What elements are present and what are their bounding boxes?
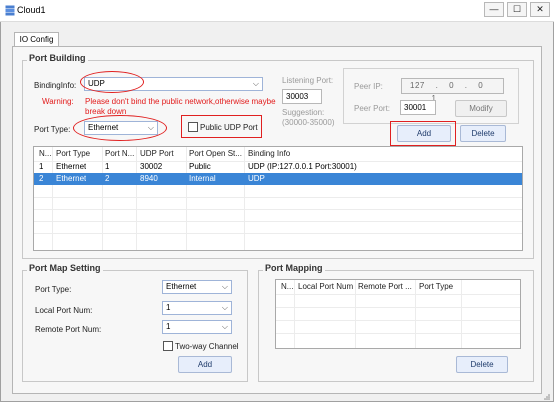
maximize-button[interactable]: ☐ (507, 2, 527, 17)
cell-port-num: 2 (105, 174, 110, 183)
peer-port-label: Peer Port: (354, 104, 391, 113)
peer-ip-label: Peer IP: (354, 82, 383, 91)
title-bar[interactable] (0, 0, 554, 22)
public-udp-label: Public UDP Port (200, 123, 258, 132)
cell-open-state: Public (189, 162, 211, 171)
port-building-title: Port Building (27, 53, 88, 63)
port-mapping-table: N... Local Port Num Remote Port ... Port… (275, 279, 521, 349)
map-port-type-value: Ethernet (166, 282, 197, 291)
peer-ip-dot: . (435, 81, 439, 90)
col-header-no[interactable]: N... (39, 147, 51, 161)
table-header-divider (276, 294, 520, 295)
table-row-divider (34, 233, 522, 234)
table-row[interactable]: 1 Ethernet 1 30002 Public UDP (IP:127.0.… (34, 161, 522, 173)
delete-mapping-button[interactable]: Delete (456, 356, 508, 373)
col-header-port-type[interactable]: Port Type (419, 280, 453, 294)
table-col-divider (355, 280, 356, 348)
col-header-port-open-state[interactable]: Port Open St... (189, 147, 243, 161)
cell-no: 2 (39, 174, 44, 183)
two-way-channel-checkbox[interactable] (163, 341, 173, 351)
annotation-ellipse-port-type (73, 115, 167, 141)
col-header-port-num[interactable]: Port N... (105, 147, 135, 161)
close-button[interactable]: ✕ (530, 2, 550, 17)
cell-udp-port: 8940 (140, 174, 158, 183)
remote-port-num-label: Remote Port Num: (35, 325, 102, 334)
public-udp-checkbox[interactable] (188, 122, 198, 132)
two-way-channel-label: Two-way Channel (175, 342, 239, 351)
window-title: Cloud1 (17, 5, 46, 15)
binding-info-label: BindingInfo: (34, 81, 77, 90)
warning-label: Warning: (42, 97, 74, 106)
warning-text: Please don't bind the public network,oth… (85, 97, 276, 116)
delete-port-button[interactable]: Delete (460, 125, 506, 142)
table-col-divider (461, 280, 462, 348)
table-row-divider (34, 197, 522, 198)
map-port-type-select[interactable]: Ethernet ⌵ (162, 280, 232, 294)
local-port-num-value: 1 (166, 303, 171, 312)
table-col-divider (415, 280, 416, 348)
table-row-divider (276, 320, 520, 321)
annotation-ellipse-binding (80, 71, 144, 93)
peer-port-input[interactable]: 30001 (400, 100, 436, 115)
chevron-down-icon: ⌵ (252, 79, 259, 88)
table-row-selected[interactable]: 2 Ethernet 2 8940 Internal UDP (34, 173, 522, 185)
cell-no: 1 (39, 162, 44, 171)
resize-grip-icon[interactable] (542, 392, 551, 401)
col-header-port-type[interactable]: Port Type (56, 147, 90, 161)
col-header-binding-info[interactable]: Binding Info (248, 147, 290, 161)
peer-ip-input[interactable]: 127 . 0 . 0 . 1 (401, 78, 504, 103)
table-row-divider (34, 221, 522, 222)
peer-ip-octet-2: 0 (449, 81, 455, 90)
table-row-divider (34, 209, 522, 210)
suggestion-label: Suggestion: (282, 108, 325, 117)
cell-binding-info: UDP (248, 174, 265, 183)
modify-button[interactable]: Modify (455, 100, 507, 117)
remote-port-num-select[interactable]: 1 ⌵ (162, 320, 232, 334)
listening-port-label: Listening Port: (282, 76, 334, 85)
cell-port-num: 1 (105, 162, 110, 171)
add-port-button[interactable]: Add (397, 125, 451, 142)
peer-ip-dot: . (464, 81, 468, 90)
remote-port-num-value: 1 (166, 322, 171, 331)
map-port-type-label: Port Type: (35, 285, 72, 294)
minimize-button[interactable]: — (484, 2, 504, 17)
table-row-divider (276, 307, 520, 308)
cloud-app-icon (5, 5, 15, 16)
cell-udp-port: 30002 (140, 162, 163, 171)
cell-open-state: Internal (189, 174, 216, 183)
port-table: N... Port Type Port N... UDP Port Port O… (33, 146, 523, 251)
table-col-divider (294, 280, 295, 348)
port-map-setting-title: Port Map Setting (27, 263, 103, 273)
chevron-down-icon: ⌵ (221, 322, 228, 331)
add-mapping-button[interactable]: Add (178, 356, 232, 373)
local-port-num-label: Local Port Num: (35, 306, 93, 315)
suggestion-range: (30000-35000) (282, 118, 335, 127)
cell-port-type: Ethernet (56, 174, 87, 183)
chevron-down-icon: ⌵ (221, 303, 228, 312)
listening-port-input[interactable]: 30003 (282, 89, 322, 104)
col-header-local-port-num[interactable]: Local Port Num (298, 280, 355, 294)
tab-io-config[interactable]: IO Config (14, 32, 59, 47)
col-header-no[interactable]: N... (281, 280, 293, 294)
col-header-udp-port[interactable]: UDP Port (140, 147, 174, 161)
cell-port-type: Ethernet (56, 162, 87, 171)
local-port-num-select[interactable]: 1 ⌵ (162, 301, 232, 315)
port-type-label: Port Type: (34, 125, 71, 134)
col-header-remote-port-num[interactable]: Remote Port ... (358, 280, 415, 294)
port-mapping-title: Port Mapping (263, 263, 325, 273)
peer-ip-octet-1: 127 (410, 81, 425, 90)
peer-ip-octet-3: 0 (478, 81, 484, 90)
chevron-down-icon: ⌵ (221, 282, 228, 291)
table-row-divider (276, 333, 520, 334)
cell-binding-info: UDP (IP:127.0.0.1 Port:30001) (248, 162, 357, 171)
